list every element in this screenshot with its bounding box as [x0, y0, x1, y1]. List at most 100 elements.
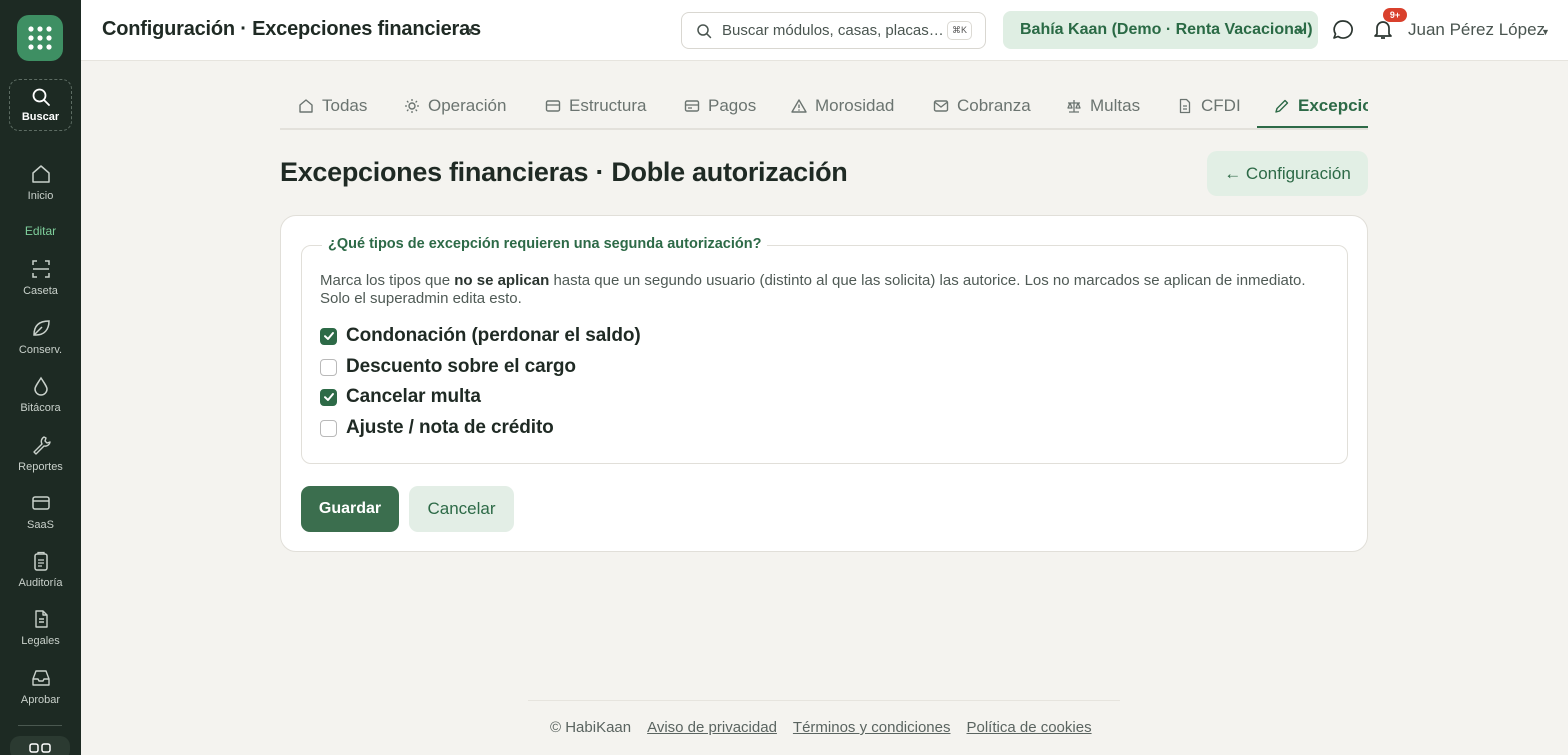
sidebar-section-editar: Editar [24, 224, 57, 238]
checkbox-condonacion[interactable] [320, 327, 337, 345]
chat-icon[interactable] [1331, 18, 1355, 42]
check-icon [323, 393, 334, 401]
settings-card: ¿Qué tipos de excepción requieren una se… [280, 215, 1368, 552]
sidebar-item-label: Caseta [23, 285, 58, 297]
footer-copyright: © HabiKaan [550, 719, 632, 736]
tab-multas[interactable]: Multas [1066, 96, 1140, 116]
checkbox-cancelar-multa[interactable] [320, 388, 337, 406]
wrench-icon [32, 436, 51, 455]
sidebar-item-auditoria[interactable]: Auditoría [0, 550, 81, 589]
option-descuento[interactable]: Descuento sobre el cargo [320, 356, 576, 378]
sidebar-item-label: Inicio [27, 190, 54, 202]
tab-label: Cobranza [957, 96, 1031, 115]
app-logo[interactable] [17, 15, 63, 61]
sidebar-item-label: Bitácora [20, 402, 61, 414]
sidebar-item-caseta[interactable]: Caseta [0, 258, 81, 297]
sidebar-item-conserv[interactable]: Conserv. [0, 317, 81, 356]
page-title[interactable]: Configuración · Excepciones financieras [102, 18, 481, 41]
leaf-icon [32, 320, 50, 336]
sidebar: Buscar Inicio Editar Caseta Conserv. Bit… [0, 0, 81, 755]
tenant-selector[interactable]: Bahía Kaan (Demo · Renta Vacacional) [1003, 11, 1318, 49]
user-menu[interactable]: Juan Pérez López [1408, 20, 1545, 40]
category-tabs: Todas Operación Estructura Pagos Morosid… [280, 86, 1368, 130]
sidebar-item-inicio[interactable]: Inicio [0, 163, 81, 202]
sidebar-item-label: SaaS [27, 519, 54, 531]
tab-cfdi[interactable]: CFDI [1177, 96, 1241, 116]
section-title: Excepciones financieras · Doble autoriza… [280, 157, 848, 187]
card-icon [31, 496, 50, 510]
document-icon [1179, 98, 1191, 114]
back-to-configuracion-button[interactable]: ← Configuración [1207, 151, 1368, 196]
sidebar-item-label: Reportes [18, 461, 63, 473]
page-footer: © HabiKaan Aviso de privacidad Términos … [550, 719, 1092, 736]
warning-icon [791, 99, 807, 113]
search-shortcut: ⌘K [947, 21, 972, 40]
option-cancelar-multa[interactable]: Cancelar multa [320, 386, 481, 408]
sidebar-item-bitacora[interactable]: Bitácora [0, 375, 81, 414]
tab-morosidad[interactable]: Morosidad [791, 96, 894, 116]
tab-estructura[interactable]: Estructura [545, 96, 646, 116]
sidebar-item-saas[interactable]: SaaS [0, 492, 81, 531]
sidebar-item-legales[interactable]: Legales [0, 608, 81, 647]
tab-todas[interactable]: Todas [298, 96, 367, 116]
tab-pagos[interactable]: Pagos [684, 96, 756, 116]
tab-operacion[interactable]: Operación [404, 96, 506, 116]
sidebar-item-label: Conserv. [18, 344, 63, 356]
sun-icon [405, 99, 419, 113]
drop-icon [33, 376, 48, 396]
tab-label: Todas [322, 96, 368, 115]
checkbox-ajuste[interactable] [320, 419, 337, 437]
inbox-icon [31, 670, 50, 686]
table-icon [545, 100, 561, 112]
search-placeholder: Buscar módulos, casas, placas… [722, 22, 944, 39]
document-icon [34, 610, 48, 628]
option-condonacion[interactable]: Condonación (perdonar el saldo) [320, 325, 641, 347]
sidebar-item-aprobar[interactable]: Aprobar [0, 667, 81, 706]
footer-link-cookies[interactable]: Política de cookies [967, 719, 1092, 736]
panels-icon [29, 743, 51, 753]
clipboard-icon [33, 551, 48, 571]
top-header: Configuración · Excepciones financieras … [81, 0, 1568, 61]
sidebar-item-label: Legales [21, 635, 60, 647]
footer-link-terminos[interactable]: Términos y condiciones [793, 719, 951, 736]
cancel-button[interactable]: Cancelar [409, 486, 514, 532]
pencil-icon [1275, 99, 1289, 113]
sidebar-toggle-button[interactable] [10, 736, 70, 755]
tab-excepciones[interactable]: Excepciones [1274, 96, 1368, 116]
title-caret-icon[interactable]: ▼ [466, 26, 475, 36]
home-icon [299, 99, 313, 113]
option-label: Condonación (perdonar el saldo) [346, 325, 641, 346]
sidebar-item-reportes[interactable]: Reportes [0, 434, 81, 473]
fieldset-description: Marca los tipos que no se aplican hasta … [320, 272, 1320, 308]
checkbox-descuento[interactable] [320, 358, 337, 376]
tab-label: CFDI [1201, 96, 1241, 115]
option-ajuste[interactable]: Ajuste / nota de crédito [320, 417, 554, 439]
footer-divider [528, 700, 1120, 701]
save-button[interactable]: Guardar [301, 486, 399, 532]
footer-link-privacidad[interactable]: Aviso de privacidad [647, 719, 777, 736]
option-label: Descuento sobre el cargo [346, 356, 576, 377]
option-label: Cancelar multa [346, 386, 481, 407]
tab-label: Multas [1090, 96, 1141, 115]
tab-label: Excepciones [1298, 96, 1368, 115]
check-icon [323, 332, 334, 340]
mail-icon [933, 100, 949, 112]
tenant-name: Bahía Kaan (Demo · Renta Vacacional) [1020, 21, 1313, 38]
search-icon [697, 24, 712, 39]
home-icon [31, 165, 50, 183]
tab-cobranza[interactable]: Cobranza [933, 96, 1031, 116]
scale-icon [1067, 100, 1081, 113]
search-icon [32, 88, 50, 106]
tab-label: Pagos [708, 96, 757, 115]
tab-label: Morosidad [815, 96, 895, 115]
user-caret-icon[interactable]: ▼ [1541, 27, 1550, 37]
sidebar-search-button[interactable]: Buscar [9, 79, 72, 131]
exception-types-fieldset: ¿Qué tipos de excepción requieren una se… [301, 236, 1348, 464]
sidebar-search-label: Buscar [21, 111, 60, 123]
description-text-bold: no se aplican [454, 272, 550, 289]
scan-icon [31, 260, 50, 278]
grid-icon [28, 26, 52, 50]
description-text-pre: Marca los tipos que [320, 272, 455, 289]
global-search-input[interactable]: Buscar módulos, casas, placas… ⌘K [681, 12, 986, 49]
fieldset-legend: ¿Qué tipos de excepción requieren una se… [322, 236, 768, 252]
